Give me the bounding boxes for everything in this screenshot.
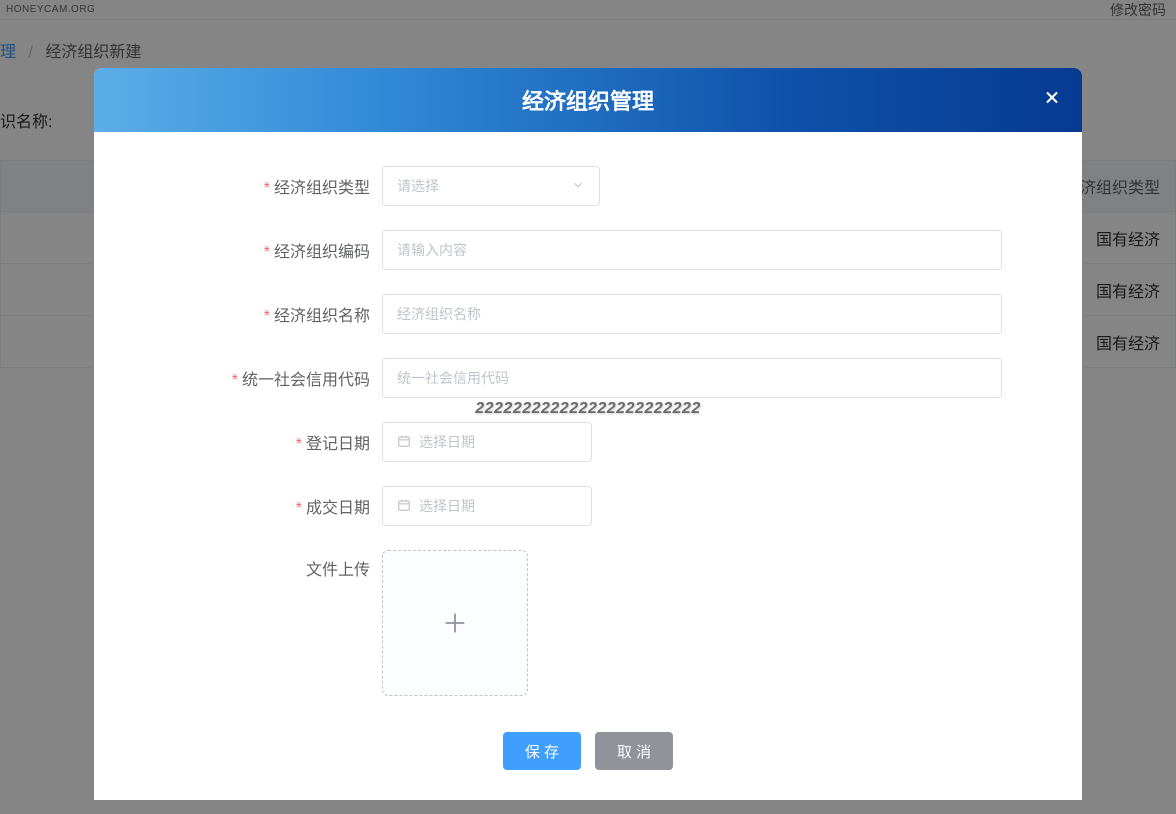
form-row-reg-date: *登记日期 选择日期 (124, 422, 1052, 462)
modal-header: 经济组织管理 (94, 68, 1082, 132)
required-mark: * (296, 500, 302, 517)
required-mark: * (232, 372, 238, 389)
save-button[interactable]: 保 存 (503, 732, 581, 770)
modal-dialog: 经济组织管理 *经济组织类型 请选择 (94, 68, 1082, 800)
label-reg-date: *登记日期 (124, 430, 382, 454)
modal-overlay: 经济组织管理 *经济组织类型 请选择 (0, 0, 1176, 814)
close-button[interactable] (1042, 88, 1062, 113)
required-mark: * (264, 180, 270, 197)
chevron-down-icon (571, 178, 585, 195)
label-upload: 文件上传 (124, 556, 382, 580)
org-code-input[interactable] (382, 230, 1002, 270)
control-org-code (382, 230, 1052, 270)
required-mark: * (264, 308, 270, 325)
org-name-input[interactable] (382, 294, 1002, 334)
required-mark: * (264, 244, 270, 261)
form-row-upload: 文件上传 (124, 550, 1052, 696)
form-row-org-type: *经济组织类型 请选择 (124, 166, 1052, 206)
modal-body: *经济组织类型 请选择 *经济组织编码 (94, 132, 1082, 800)
date-placeholder: 选择日期 (419, 432, 475, 452)
date-placeholder: 选择日期 (419, 496, 475, 516)
plus-icon (441, 609, 469, 637)
reg-date-picker[interactable]: 选择日期 (382, 422, 592, 462)
upload-dropzone[interactable] (382, 550, 528, 696)
form-row-deal-date: *成交日期 选择日期 (124, 486, 1052, 526)
control-org-name (382, 294, 1052, 334)
label-org-name: *经济组织名称 (124, 302, 382, 326)
label-org-type: *经济组织类型 (124, 174, 382, 198)
select-placeholder: 请选择 (397, 176, 439, 196)
form-row-org-name: *经济组织名称 (124, 294, 1052, 334)
required-mark: * (296, 436, 302, 453)
calendar-icon (397, 434, 411, 451)
label-deal-date: *成交日期 (124, 494, 382, 518)
calendar-icon (397, 498, 411, 515)
cancel-button[interactable]: 取 消 (595, 732, 673, 770)
control-social-code (382, 358, 1052, 398)
form-row-org-code: *经济组织编码 (124, 230, 1052, 270)
social-code-input[interactable] (382, 358, 1002, 398)
form-row-social-code: *统一社会信用代码 (124, 358, 1052, 398)
label-social-code: *统一社会信用代码 (124, 366, 382, 390)
modal-title: 经济组织管理 (522, 84, 654, 116)
control-reg-date: 选择日期 (382, 422, 1052, 462)
close-icon (1042, 88, 1062, 108)
control-org-type: 请选择 (382, 166, 1052, 206)
deal-date-picker[interactable]: 选择日期 (382, 486, 592, 526)
label-org-code: *经济组织编码 (124, 238, 382, 262)
modal-footer: 保 存 取 消 (124, 732, 1052, 770)
control-deal-date: 选择日期 (382, 486, 1052, 526)
org-type-select[interactable]: 请选择 (382, 166, 600, 206)
control-upload (382, 550, 1052, 696)
